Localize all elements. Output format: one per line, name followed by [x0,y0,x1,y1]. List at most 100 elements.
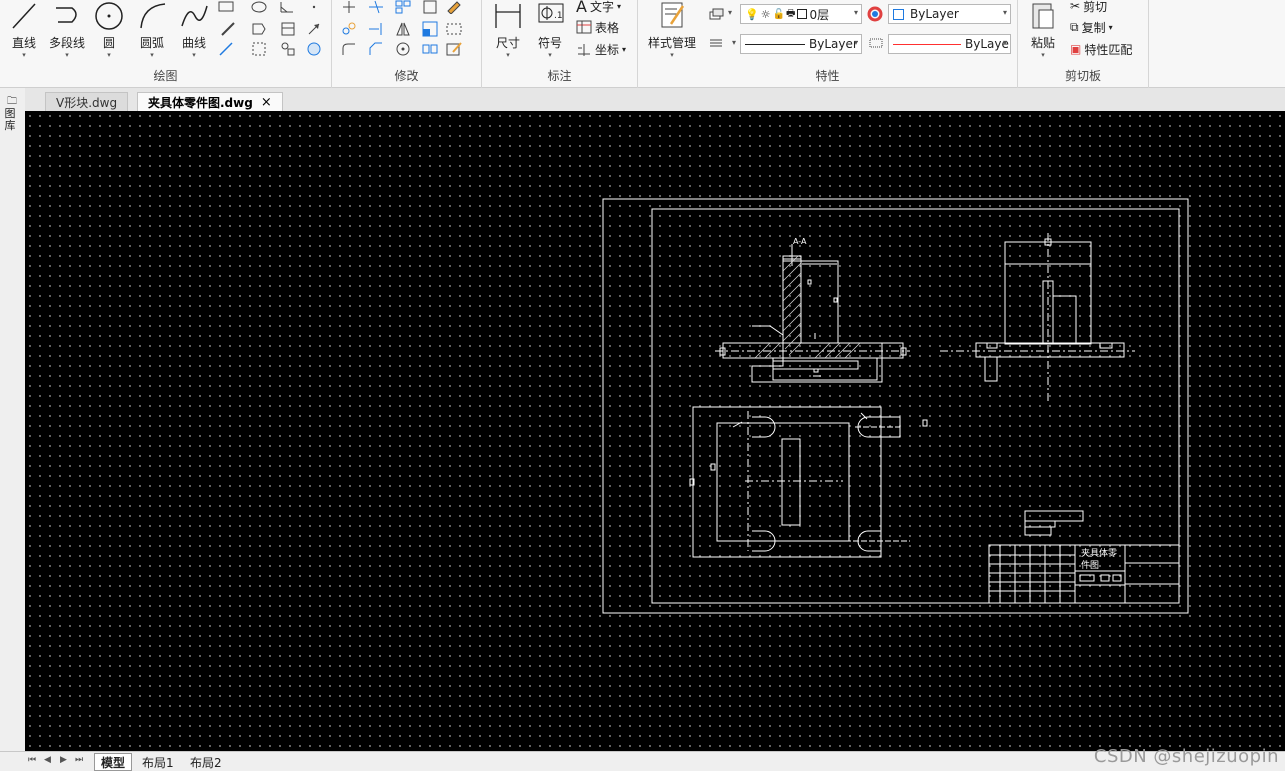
tab-layout2[interactable]: 布局2 [184,753,228,771]
copy-label: 复制 [1081,20,1106,35]
table-icon [576,20,592,34]
text-icon: A [576,0,587,16]
line-button[interactable]: 直线 ▾ [6,0,42,59]
match-properties-icon: ▣ [1070,42,1082,56]
trim-icon[interactable] [367,0,385,18]
ray-icon[interactable] [217,40,235,58]
scale-icon[interactable] [421,20,439,38]
edit-icon[interactable] [445,40,463,58]
polyline-button[interactable]: 多段线 ▾ [46,0,88,59]
circle-button[interactable]: 圆 ▾ [92,0,126,59]
lineweight-icon[interactable] [868,36,886,54]
tab-layout1[interactable]: 布局1 [136,753,180,771]
prev-layout-icon[interactable]: ◀ [44,755,51,765]
layout-tab-label: 模型 [101,755,126,770]
polyline-icon [56,7,77,23]
copy-button[interactable]: ⧉ 复制 ▾ [1070,17,1113,37]
properties-group-title: 特性 [815,69,840,83]
style-manager-button[interactable]: 样式管理 ▾ [644,0,700,59]
printer-icon: 🖶 [786,7,796,19]
linetype-icon[interactable] [708,36,726,54]
hatch-pattern-icon[interactable] [279,20,297,38]
rotate-icon[interactable] [394,40,412,58]
annotate-group-title: 标注 [547,69,572,83]
array-icon[interactable] [394,0,412,18]
library-label: 图库 [4,107,16,132]
mirror-icon[interactable] [394,20,412,38]
last-layout-icon[interactable]: ⏭ [75,755,83,765]
match-properties-button[interactable]: ▣ 特性匹配 [1070,39,1132,59]
lineweight-sample [893,43,961,45]
tab-model[interactable]: 模型 [94,753,133,771]
linetype-value: ByLayer [809,37,858,51]
copy-object-icon[interactable] [340,20,358,38]
angle-icon[interactable] [279,0,297,18]
coordinate-icon [578,44,590,56]
text-label: 文字 [589,0,614,14]
dimension-icon [495,4,521,28]
layout-tab-label: 布局2 [190,755,222,770]
leader-arrow-icon[interactable] [305,20,323,38]
paste-button[interactable]: 粘贴 ▾ [1026,0,1060,59]
coordinate-button[interactable]: 坐标 ▾ [576,39,626,59]
rectangle-icon[interactable] [217,0,235,18]
match-properties-label: 特性匹配 [1084,42,1133,57]
text-button[interactable]: A 文字 ▾ [576,0,621,16]
svg-text:.1: .1 [554,11,563,21]
library-tab[interactable]: 🗀 图库 [4,96,20,132]
drawing-svg: A-A 夹具体零 件图 [602,198,1189,614]
document-tab-bar: V形块.dwg 夹具体零件图.dwg × [0,88,1285,111]
polyline-label: 多段线 [48,36,85,50]
next-layout-icon[interactable]: ▶ [60,755,67,765]
move-icon[interactable] [340,0,358,18]
hatch-icon[interactable] [250,40,268,58]
erase-icon[interactable] [445,0,463,18]
color-wheel-icon[interactable] [867,6,885,24]
symbol-label: 符号 [537,36,562,50]
lineweight-dropdown[interactable]: ByLaye ▾ [888,34,1011,54]
extend-icon[interactable] [367,20,385,38]
color-value: ByLayer [910,7,959,21]
drawing-canvas[interactable]: A-A 夹具体零 件图 [25,111,1285,751]
fillet-icon[interactable] [340,40,358,58]
tab-fixture-part[interactable]: 夹具体零件图.dwg × [137,92,283,111]
point-icon[interactable] [305,0,323,18]
cut-button[interactable]: ✂ 剪切 [1070,0,1107,16]
curve-button[interactable]: 曲线 ▾ [176,0,212,59]
color-dropdown[interactable]: ByLayer ▾ [888,4,1011,24]
first-layout-icon[interactable]: ⏮ [28,755,36,765]
close-icon[interactable]: × [261,95,272,110]
color-swatch [893,8,904,20]
construction-line-icon[interactable] [219,20,237,38]
layer-dropdown[interactable]: 💡 ☼ 🔓 🖶 0层 ▾ [740,4,862,24]
break-icon[interactable] [421,40,439,58]
layout-tab-bar: ⏮ ◀ ▶ ⏭ 模型 布局1 布局2 CSDN @shejizuopin [0,746,1285,771]
cloud-icon[interactable] [305,40,323,58]
symbol-button[interactable]: .1 符号 ▾ [532,0,568,59]
tab-label: 夹具体零件图.dwg [148,95,253,110]
tab-v-block[interactable]: V形块.dwg [45,92,129,111]
region-icon[interactable] [250,20,268,38]
ellipse-icon[interactable] [250,0,268,18]
scissors-icon: ✂ [1070,0,1081,13]
circle-label: 圆 [102,36,115,50]
sun-icon: ☼ [760,7,771,21]
chamfer-icon[interactable] [367,40,385,58]
paste-label: 粘贴 [1030,36,1055,50]
arc-button[interactable]: 圆弧 ▾ [134,0,170,59]
dimension-button[interactable]: 尺寸 ▾ [490,0,526,59]
stretch-icon[interactable] [445,20,463,38]
cut-label: 剪切 [1083,0,1108,14]
arc-icon [140,3,166,29]
library-side-panel: 🗀 图库 [0,88,25,771]
table-button[interactable]: 表格 [576,17,619,37]
layout-tab-label: 布局1 [142,755,174,770]
layer-manager-icon[interactable] [708,6,726,24]
layer-color-swatch [797,9,808,19]
title-block-name-2: 件图 [1081,559,1099,571]
linetype-dropdown[interactable]: ByLayer ▾ [740,34,862,54]
offset-icon[interactable] [421,0,439,18]
arc-label: 圆弧 [139,36,164,50]
sheet-inner-border [651,208,1180,604]
block-icon[interactable] [279,40,297,58]
